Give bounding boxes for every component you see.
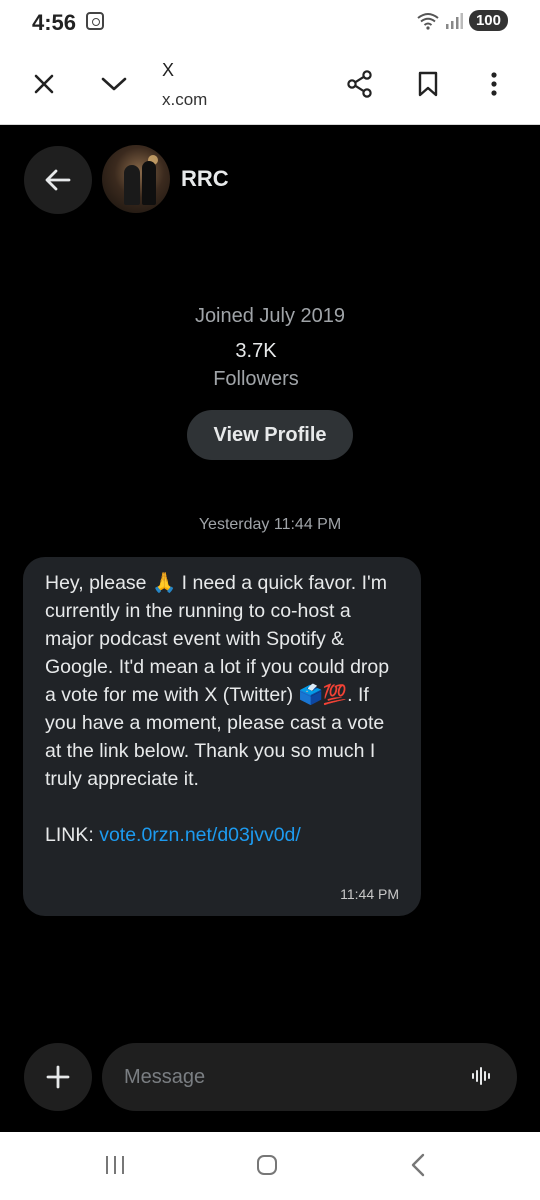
message-input[interactable]: Message — [102, 1043, 517, 1111]
add-attachment-button[interactable] — [24, 1043, 92, 1111]
more-options-button[interactable] — [474, 64, 514, 104]
message-link-line: LINK: vote.0rzn.net/d03jvv0d/ — [45, 821, 401, 849]
message-placeholder: Message — [124, 1065, 206, 1088]
link-prefix: LINK: — [45, 824, 100, 846]
battery-indicator: 100 — [468, 10, 508, 31]
browser-toolbar: X x.com — [0, 46, 540, 125]
minimize-button[interactable] — [94, 64, 134, 104]
bookmark-button[interactable] — [408, 64, 448, 104]
view-profile-button[interactable]: View Profile — [187, 410, 353, 460]
message-time: 11:44 PM — [340, 886, 399, 902]
plus-icon — [46, 1065, 70, 1089]
screenshot-icon — [86, 12, 104, 30]
home-button[interactable] — [257, 1155, 277, 1175]
status-bar: 4:56 100 — [0, 0, 540, 46]
system-nav-bar — [0, 1132, 540, 1200]
followers-count: 3.7K — [235, 340, 277, 362]
bookmark-icon — [418, 71, 438, 97]
wifi-icon — [417, 12, 439, 30]
voice-wave-icon[interactable] — [471, 1065, 493, 1093]
message-bubble[interactable]: Hey, please 🙏 I need a quick favor. I'm … — [23, 557, 421, 916]
contact-name[interactable]: RRC — [181, 166, 229, 192]
back-button[interactable] — [24, 146, 92, 214]
share-icon — [347, 70, 372, 98]
message-date-header: Yesterday 11:44 PM — [198, 516, 342, 533]
followers-label: Followers — [213, 368, 299, 390]
share-button[interactable] — [340, 64, 380, 104]
tab-url: x.com — [162, 90, 208, 109]
status-time: 4:56 — [32, 10, 77, 35]
status-indicators: 100 — [417, 10, 508, 31]
close-button[interactable] — [24, 64, 64, 104]
signal-icon — [445, 12, 463, 30]
recents-button[interactable] — [106, 1156, 124, 1174]
message-link[interactable]: vote.0rzn.net/d03jvv0d/ — [99, 824, 301, 846]
arrow-left-icon — [45, 169, 71, 191]
message-text: Hey, please 🙏 I need a quick favor. I'm … — [45, 572, 395, 790]
avatar[interactable] — [102, 145, 170, 213]
system-back-button[interactable] — [410, 1152, 426, 1183]
chevron-down-icon — [101, 77, 127, 91]
close-icon — [34, 74, 54, 94]
more-vertical-icon — [491, 72, 497, 96]
tab-title: X — [162, 60, 175, 80]
joined-date: Joined July 2019 — [194, 305, 346, 327]
